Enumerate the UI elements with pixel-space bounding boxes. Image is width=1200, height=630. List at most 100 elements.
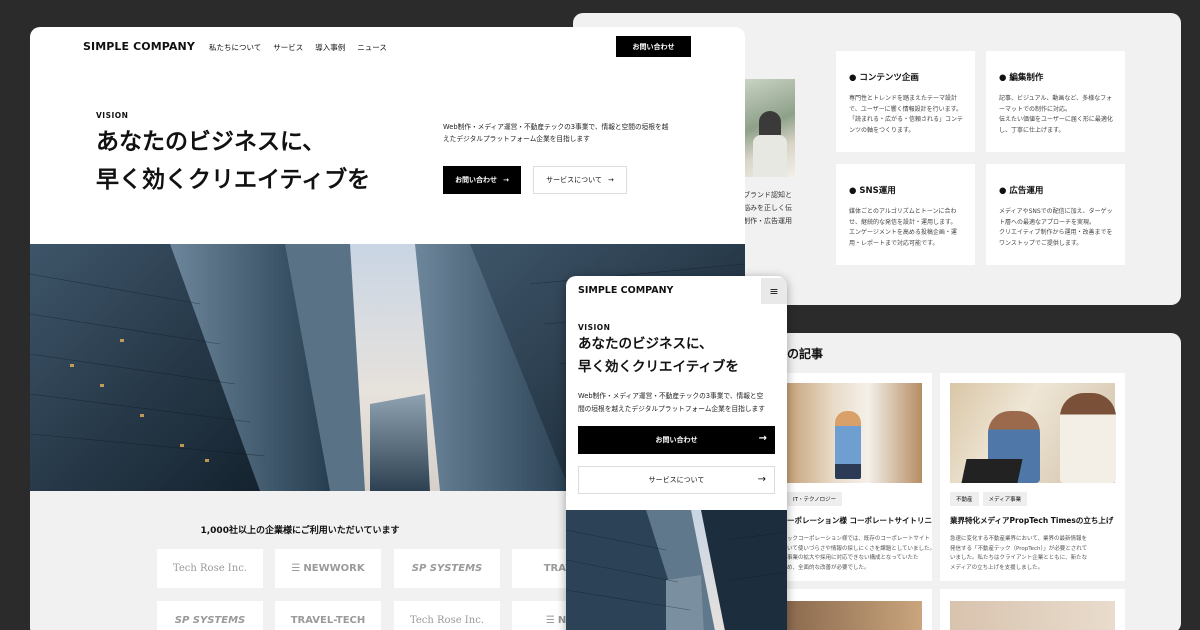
lead-line: Web制作・メディア運営・不動産テックの3事業で、情報と空: [578, 392, 764, 400]
mobile-mockup: SIMPLE COMPANY ≡ VISION あなたのビジネスに、 早く効くク…: [566, 276, 787, 630]
desc-line: で、ユーザーに響く情報設計を行います。: [849, 105, 963, 113]
excerpt-line: 発信する「不動産テック（PropTech）」が必要とされて: [950, 545, 1088, 552]
hero-lead: Web制作・メディア運営・不動産テックの3事業で、情報と空間の垣根を越 えたデジ…: [443, 121, 703, 145]
skyscraper-illustration: [566, 510, 787, 630]
hero-headline: あなたのビジネスに、 早く効くクリエイティブを: [96, 123, 370, 199]
excerpt-line: 急速に変化する不動産業界において、業界の最新情報を: [950, 536, 1088, 542]
button-label: お問い合わせ: [455, 176, 498, 184]
tag-badge: メディア事業: [982, 492, 1028, 506]
desc-line: ワンストップでご提供します。: [999, 239, 1083, 247]
site-logo[interactable]: SIMPLE COMPANY: [578, 285, 673, 296]
excerpt-line: め、全面的な改善が必要でした。: [787, 564, 870, 571]
desc-line: 専門性とトレンドを踏まえたテーマ設計: [849, 95, 958, 102]
desc-line: ーマットでの制作に対応。: [999, 105, 1072, 113]
articles-heading: の記事: [787, 347, 824, 361]
hero-lead: Web制作・メディア運営・不動産テックの3事業で、情報と空 間の垣根を越えたデジ…: [578, 390, 778, 415]
hamburger-menu-icon[interactable]: ≡: [761, 278, 787, 304]
man-figure: [1060, 393, 1116, 483]
service-title: ● コンテンツ企画: [849, 73, 919, 83]
person-shirt: [753, 135, 787, 177]
article-card[interactable]: IT・テクノロジー ーポレーション様 コーポレートサイトリニュ ックコーポレーシ…: [777, 373, 932, 581]
article-title: 業界特化メディアPropTech Timesの立ち上げ: [950, 516, 1114, 525]
service-card-sns[interactable]: ● SNS運用 媒体ごとのアルゴリズムとトーンに合わ せ、継続的な発信を設計・運…: [836, 164, 975, 265]
client-logo: SP SYSTEMS: [157, 601, 263, 630]
excerpt-line: いて使いづらさや情報の探しにくさを課題としていました。: [787, 545, 932, 552]
woman-figure: [835, 411, 861, 479]
arrow-right-icon: →: [757, 474, 766, 485]
service-desc: 記事、ビジュアル、動画など、多様なフォ ーマットでの制作に対応。 伝えたい価値を…: [999, 94, 1113, 136]
excerpt-line: ックコーポレーション様では、既存のコーポレートサイト: [787, 536, 930, 542]
article-title: ーポレーション様 コーポレートサイトリニュ: [787, 516, 932, 525]
article-excerpt: ックコーポレーション様では、既存のコーポレートサイト いて使いづらさや情報の探し…: [787, 535, 932, 573]
header-contact-button[interactable]: お問い合わせ: [616, 36, 691, 57]
nav-item-services[interactable]: サービス: [273, 42, 303, 53]
button-label: お問い合わせ: [655, 436, 698, 444]
partial-line: 悩みを正しく伝: [743, 204, 792, 212]
article-tags: 不動産 メディア事業: [950, 492, 1028, 506]
article-excerpt: 急速に変化する不動産業界において、業界の最新情報を 発信する「不動産テック（Pr…: [950, 535, 1115, 573]
service-desc: 媒体ごとのアルゴリズムとトーンに合わ せ、継続的な発信を設計・運用します。 エン…: [849, 207, 963, 249]
article-image: [950, 601, 1115, 630]
contact-button[interactable]: お問い合わせ →: [578, 426, 775, 454]
services-button[interactable]: サービスについて →: [578, 466, 775, 494]
article-image: [950, 383, 1116, 483]
client-logo: Tech Rose Inc.: [157, 549, 263, 588]
excerpt-line: 事業の拡大や採用に対応できない構成となっていたた: [787, 555, 919, 561]
nav-item-cases[interactable]: 導入事例: [315, 42, 345, 53]
article-card[interactable]: [777, 589, 932, 630]
tag-badge: IT・テクノロジー: [787, 492, 843, 506]
desc-line: ンツの軸をつくります。: [849, 126, 915, 134]
desc-line: エンゲージメントを高める投稿企画・運: [849, 229, 957, 236]
section-label: VISION: [578, 323, 611, 332]
client-logo: TRAVEL-TECH: [275, 601, 381, 630]
service-title: ● 編集制作: [999, 73, 1044, 83]
partial-line: ブランド認知と: [743, 191, 792, 199]
arrow-right-icon: →: [758, 433, 767, 444]
lead-line: えたデジタルプラットフォーム企業を目指します: [443, 135, 590, 143]
service-photo: [745, 79, 795, 177]
client-logo: SP SYSTEMS: [394, 549, 500, 588]
menu-lines-icon: ☰: [291, 563, 301, 574]
contact-button[interactable]: お問い合わせ →: [443, 166, 521, 194]
article-image: [787, 601, 922, 630]
section-label: VISION: [96, 111, 129, 120]
article-image: [787, 383, 922, 483]
desc-line: メディアやSNSでの配信に加え、ターゲッ: [999, 208, 1113, 215]
button-label: サービスについて: [546, 176, 602, 184]
headline-line: 早く効くクリエイティブを: [578, 358, 739, 375]
arrow-right-icon: →: [607, 176, 614, 184]
excerpt-line: いました。私たちはクライアント企業とともに、新たな: [950, 555, 1088, 561]
nav-item-about[interactable]: 私たちについて: [209, 42, 261, 53]
global-nav: 私たちについて サービス 導入事例 ニュース: [209, 42, 387, 53]
lead-line: Web制作・メディア運営・不動産テックの3事業で、情報と空間の垣根を越: [443, 123, 669, 131]
headline-line: 早く効くクリエイティブを: [96, 167, 371, 193]
desc-line: し、丁寧に仕上げます。: [999, 126, 1065, 134]
article-card[interactable]: 不動産 メディア事業 業界特化メディアPropTech Timesの立ち上げ 急…: [940, 373, 1125, 581]
service-desc: 専門性とトレンドを踏まえたテーマ設計 で、ユーザーに響く情報設計を行います。 「…: [849, 94, 963, 136]
tag-badge: 不動産: [950, 492, 979, 506]
headline-line: あなたのビジネスに、: [578, 336, 713, 352]
hero-image: [566, 510, 787, 630]
service-card-content-planning[interactable]: ● コンテンツ企画 専門性とトレンドを踏まえたテーマ設計 で、ユーザーに響く情報…: [836, 51, 975, 152]
desc-line: 記事、ビジュアル、動画など、多様なフォ: [999, 95, 1113, 102]
desc-line: せ、継続的な発信を設計・運用します。: [849, 218, 957, 226]
service-title: ● 広告運用: [999, 186, 1044, 196]
service-card-ads[interactable]: ● 広告運用 メディアやSNSでの配信に加え、ターゲッ ト層への最適なアプローチ…: [986, 164, 1125, 265]
site-logo[interactable]: SIMPLE COMPANY: [83, 40, 195, 53]
client-logo: ☰ NEWWORK: [275, 549, 381, 588]
desc-line: 「読まれる・広がる・信頼される」コンテ: [849, 116, 964, 123]
menu-glyph: ≡: [769, 284, 779, 298]
services-button[interactable]: サービスについて →: [533, 166, 627, 194]
desc-line: 用・レポートまで対応可能です。: [849, 239, 939, 247]
nav-item-news[interactable]: ニュース: [357, 42, 387, 53]
article-card[interactable]: [940, 589, 1125, 630]
laptop-figure: [961, 459, 1023, 483]
service-card-editing[interactable]: ● 編集制作 記事、ビジュアル、動画など、多様なフォ ーマットでの制作に対応。 …: [986, 51, 1125, 152]
person-figure: [759, 111, 781, 137]
hero-headline: あなたのビジネスに、 早く効くクリエイティブを: [578, 333, 739, 378]
service-desc: メディアやSNSでの配信に加え、ターゲッ ト層への最適なアプローチを実現。 クリ…: [999, 207, 1113, 249]
clients-title: 1,000社以上の企業様にご利用いただいています: [200, 526, 400, 536]
arrow-right-icon: →: [503, 176, 509, 184]
headline-line: あなたのビジネスに、: [96, 129, 326, 155]
excerpt-line: メディアの立ち上げを支援しました。: [950, 564, 1044, 571]
